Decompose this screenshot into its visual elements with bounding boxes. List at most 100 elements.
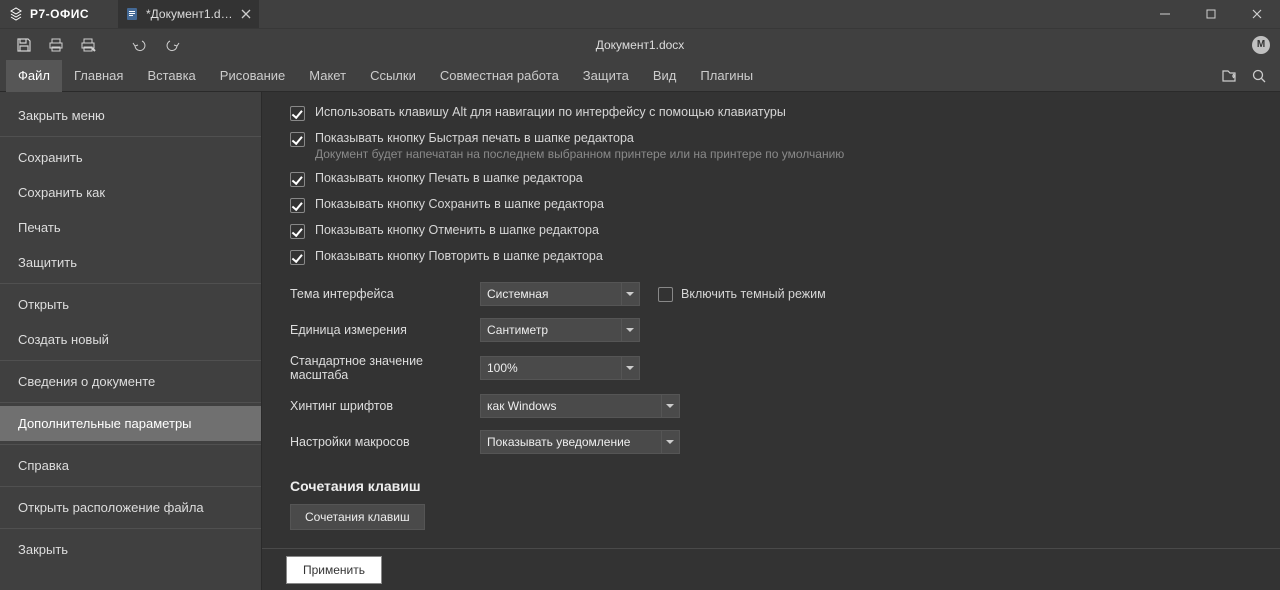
open-location-icon[interactable]: [1214, 61, 1244, 91]
apply-bar: Применить: [262, 548, 1280, 590]
sidebar-item-3[interactable]: Сохранить как: [0, 175, 261, 210]
menu-item-1[interactable]: Главная: [62, 60, 135, 92]
dropdown-value: 100%: [487, 361, 518, 375]
option-row-3: Показывать кнопку Сохранить в шапке реда…: [290, 192, 1252, 218]
menu-item-6[interactable]: Совместная работа: [428, 60, 571, 92]
menubar: ФайлГлавнаяВставкаРисованиеМакетСсылкиСо…: [0, 60, 1280, 92]
setting-label: Стандартное значение масштаба: [290, 354, 480, 382]
document-tab[interactable]: *Документ1.d…: [118, 0, 259, 28]
window-close-button[interactable]: [1234, 0, 1280, 28]
checkbox-label: Использовать клавишу Alt для навигации п…: [315, 105, 786, 119]
window-maximize-button[interactable]: [1188, 0, 1234, 28]
menu-item-9[interactable]: Плагины: [688, 60, 765, 92]
checkbox[interactable]: [290, 250, 305, 265]
sidebar-item-8[interactable]: Создать новый: [0, 322, 261, 357]
titlebar: Р7-ОФИС *Документ1.d…: [0, 0, 1280, 28]
dropdown-value: Системная: [487, 287, 548, 301]
sidebar-item-10[interactable]: Сведения о документе: [0, 364, 261, 399]
sidebar-separator: [0, 360, 261, 361]
document-tab-label: *Документ1.d…: [146, 7, 233, 21]
tab-close-icon[interactable]: [239, 7, 253, 21]
checkbox-label: Показывать кнопку Быстрая печать в шапке…: [315, 131, 844, 145]
app-name: Р7-ОФИС: [30, 7, 89, 21]
setting-dropdown[interactable]: Показывать уведомление: [480, 430, 680, 454]
setting-row-1: Единица измерения Сантиметр: [290, 312, 1252, 348]
chevron-down-icon: [626, 366, 634, 370]
shortcuts-heading: Сочетания клавиш: [262, 460, 1280, 504]
chevron-down-icon: [626, 292, 634, 296]
save-icon[interactable]: [10, 31, 38, 59]
option-row-0: Использовать клавишу Alt для навигации п…: [290, 100, 1252, 126]
search-icon[interactable]: [1244, 61, 1274, 91]
setting-label: Настройки макросов: [290, 435, 480, 449]
sidebar-separator: [0, 486, 261, 487]
checkbox-label: Показывать кнопку Печать в шапке редакто…: [315, 171, 583, 185]
sidebar-item-4[interactable]: Печать: [0, 210, 261, 245]
checkbox-label: Показывать кнопку Отменить в шапке редак…: [315, 223, 599, 237]
shortcuts-button[interactable]: Сочетания клавиш: [290, 504, 425, 530]
dropdown-value: Показывать уведомление: [487, 435, 630, 449]
quick-toolbar: Документ1.docx М: [0, 28, 1280, 60]
sidebar-item-2[interactable]: Сохранить: [0, 140, 261, 175]
setting-label: Единица измерения: [290, 323, 480, 337]
setting-dropdown[interactable]: Системная: [480, 282, 640, 306]
menu-item-2[interactable]: Вставка: [135, 60, 207, 92]
menu-item-7[interactable]: Защита: [571, 60, 641, 92]
checkbox[interactable]: [290, 172, 305, 187]
window-minimize-button[interactable]: [1142, 0, 1188, 28]
file-menu-sidebar: Закрыть меню СохранитьСохранить какПечать…: [0, 92, 262, 590]
print-icon[interactable]: [42, 31, 70, 59]
sidebar-separator: [0, 444, 261, 445]
sidebar-item-0[interactable]: Закрыть меню: [0, 98, 261, 133]
sidebar-item-7[interactable]: Открыть: [0, 287, 261, 322]
logo-icon: [8, 6, 24, 22]
redo-icon[interactable]: [158, 31, 186, 59]
app-logo: Р7-ОФИС: [8, 6, 118, 22]
chevron-down-icon: [626, 328, 634, 332]
document-title: Документ1.docx: [596, 38, 685, 52]
document-icon: [124, 6, 140, 22]
checkbox[interactable]: [290, 198, 305, 213]
checkbox-label: Показывать кнопку Сохранить в шапке реда…: [315, 197, 604, 211]
undo-icon[interactable]: [126, 31, 154, 59]
sidebar-item-18[interactable]: Закрыть: [0, 532, 261, 567]
setting-label: Тема интерфейса: [290, 287, 480, 301]
chevron-down-icon: [666, 440, 674, 444]
checkbox-description: Документ будет напечатан на последнем вы…: [315, 147, 844, 161]
setting-row-2: Стандартное значение масштаба 100%: [290, 348, 1252, 388]
setting-label: Хинтинг шрифтов: [290, 399, 480, 413]
checkbox[interactable]: [658, 287, 673, 302]
dropdown-value: как Windows: [487, 399, 556, 413]
option-row-4: Показывать кнопку Отменить в шапке редак…: [290, 218, 1252, 244]
menu-item-8[interactable]: Вид: [641, 60, 689, 92]
sidebar-separator: [0, 283, 261, 284]
setting-dropdown[interactable]: как Windows: [480, 394, 680, 418]
setting-row-3: Хинтинг шрифтов как Windows: [290, 388, 1252, 424]
chevron-down-icon: [666, 404, 674, 408]
apply-button[interactable]: Применить: [286, 556, 382, 584]
checkbox[interactable]: [290, 106, 305, 121]
sidebar-item-16[interactable]: Открыть расположение файла: [0, 490, 261, 525]
sidebar-item-5[interactable]: Защитить: [0, 245, 261, 280]
dropdown-value: Сантиметр: [487, 323, 548, 337]
checkbox[interactable]: [290, 224, 305, 239]
dark-mode-option: Включить темный режим: [658, 286, 826, 302]
checkbox-label: Показывать кнопку Повторить в шапке реда…: [315, 249, 603, 263]
sidebar-separator: [0, 402, 261, 403]
menu-item-5[interactable]: Ссылки: [358, 60, 428, 92]
checkbox-label: Включить темный режим: [681, 287, 826, 301]
checkbox[interactable]: [290, 132, 305, 147]
option-row-2: Показывать кнопку Печать в шапке редакто…: [290, 166, 1252, 192]
sidebar-item-12[interactable]: Дополнительные параметры: [0, 406, 261, 441]
setting-dropdown[interactable]: Сантиметр: [480, 318, 640, 342]
menu-item-0[interactable]: Файл: [6, 60, 62, 92]
window-controls: [1142, 0, 1280, 28]
sidebar-separator: [0, 136, 261, 137]
quick-print-icon[interactable]: [74, 31, 102, 59]
setting-row-0: Тема интерфейса Системная Включить темный …: [290, 276, 1252, 312]
user-avatar[interactable]: М: [1252, 36, 1270, 54]
menu-item-4[interactable]: Макет: [297, 60, 358, 92]
setting-dropdown[interactable]: 100%: [480, 356, 640, 380]
sidebar-item-14[interactable]: Справка: [0, 448, 261, 483]
menu-item-3[interactable]: Рисование: [208, 60, 297, 92]
